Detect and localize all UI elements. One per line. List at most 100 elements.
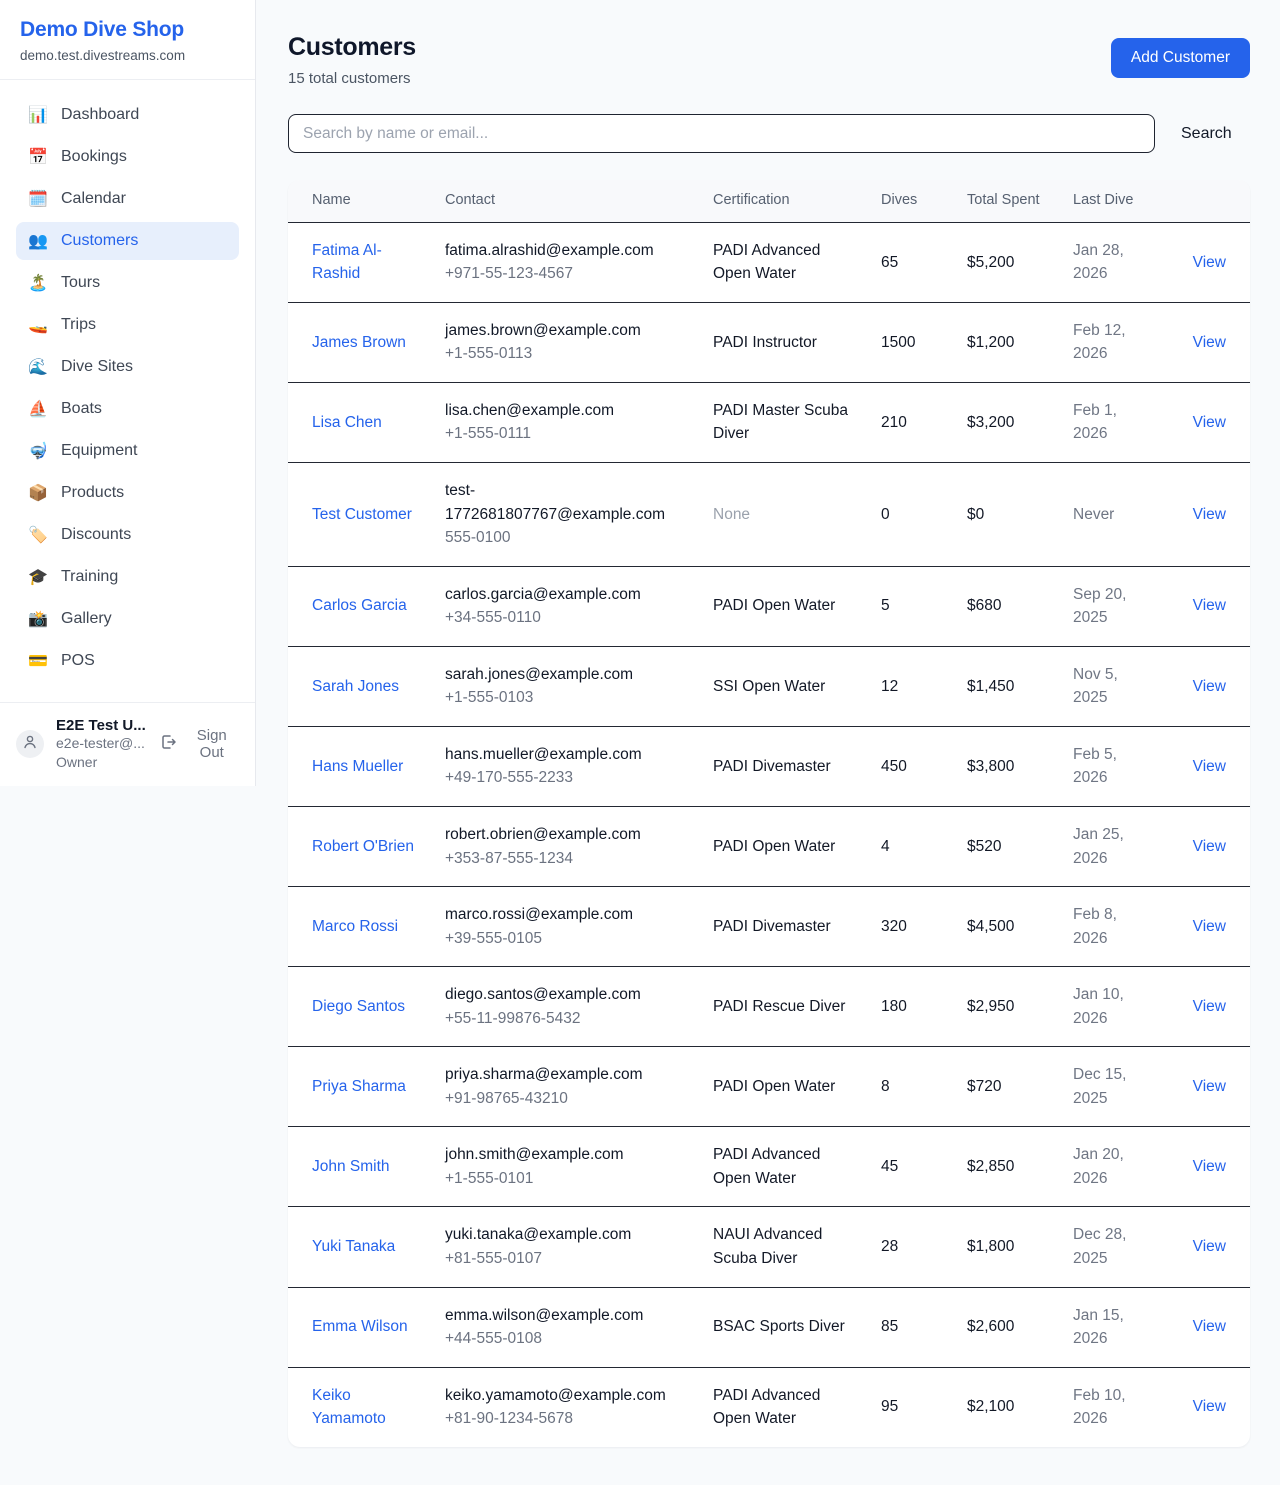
sidebar-item-icon: ⛵ [28,399,48,419]
customer-last-dive-cell: Jan 25, 2026 [1061,806,1167,886]
sidebar-item[interactable]: 🌊 Dive Sites [16,348,239,386]
sidebar-item[interactable]: 🤿 Equipment [16,432,239,470]
customer-name-link[interactable]: Marco Rossi [312,918,398,935]
view-customer-link[interactable]: View [1193,838,1226,855]
customer-name-link[interactable]: Keiko Yamamoto [312,1387,386,1428]
view-customer-link[interactable]: View [1193,1238,1226,1255]
sidebar-item[interactable]: 🗓️ Calendar [16,180,239,218]
customer-phone: +1-555-0113 [445,342,689,366]
customers-table-card: Name Contact Certification Dives Total S… [288,180,1250,1447]
sign-out-label: Sign Out [185,727,239,761]
view-customer-link[interactable]: View [1193,678,1226,695]
customer-last-dive-cell: Jan 28, 2026 [1061,222,1167,302]
sidebar-item-label: Boats [61,400,102,418]
customer-certification: NAUI Advanced Scuba Diver [713,1226,822,1267]
customer-contact-cell: robert.obrien@example.com +353-87-555-12… [433,806,701,886]
customer-name-link[interactable]: Sarah Jones [312,678,399,695]
customer-name-link[interactable]: Priya Sharma [312,1078,406,1095]
sign-out-button[interactable]: Sign Out [160,727,239,761]
table-row: Yuki Tanaka yuki.tanaka@example.com +81-… [288,1207,1250,1287]
view-customer-link[interactable]: View [1193,414,1226,431]
view-customer-link[interactable]: View [1193,506,1226,523]
sidebar-item[interactable]: 🚤 Trips [16,306,239,344]
customer-dives-cell: 450 [869,726,955,806]
customer-name-link[interactable]: Fatima Al-Rashid [312,242,382,283]
customer-name-cell: Fatima Al-Rashid [288,222,433,302]
customer-total-spent-cell: $2,850 [955,1127,1061,1207]
customer-name-link[interactable]: Hans Mueller [312,758,403,775]
customer-name-link[interactable]: James Brown [312,334,406,351]
customer-phone: +971-55-123-4567 [445,262,689,286]
customer-name-link[interactable]: Robert O'Brien [312,838,414,855]
customer-actions-cell: View [1167,1287,1250,1367]
customer-dives-cell: 320 [869,887,955,967]
customer-dives-cell: 180 [869,967,955,1047]
customer-phone: +49-170-555-2233 [445,766,689,790]
view-customer-link[interactable]: View [1193,1398,1226,1415]
search-button[interactable]: Search [1181,125,1232,143]
sidebar-item[interactable]: 💳 POS [16,642,239,680]
customer-dives-cell: 1500 [869,302,955,382]
customer-actions-cell: View [1167,1127,1250,1207]
sidebar-item-icon: 🚤 [28,315,48,335]
sidebar-item[interactable]: 🏷️ Discounts [16,516,239,554]
customer-name-cell: Priya Sharma [288,1047,433,1127]
customer-name-link[interactable]: Diego Santos [312,998,405,1015]
customer-name-link[interactable]: Emma Wilson [312,1318,408,1335]
customer-actions-cell: View [1167,646,1250,726]
sidebar-item-label: Customers [61,232,138,250]
customer-contact-cell: sarah.jones@example.com +1-555-0103 [433,646,701,726]
customer-phone: +91-98765-43210 [445,1087,689,1111]
column-header-certification: Certification [701,180,869,222]
view-customer-link[interactable]: View [1193,254,1226,271]
customer-total-spent-cell: $4,500 [955,887,1061,967]
view-customer-link[interactable]: View [1193,998,1226,1015]
customer-email: john.smith@example.com [445,1143,689,1167]
view-customer-link[interactable]: View [1193,334,1226,351]
page-title: Customers [288,33,416,62]
customer-name-link[interactable]: John Smith [312,1158,390,1175]
view-customer-link[interactable]: View [1193,1318,1226,1335]
view-customer-link[interactable]: View [1193,918,1226,935]
search-input[interactable] [288,114,1155,153]
sidebar-item[interactable]: 📦 Products [16,474,239,512]
customer-email: fatima.alrashid@example.com [445,239,689,263]
view-customer-link[interactable]: View [1193,758,1226,775]
user-name: E2E Test U... [56,717,148,734]
customer-certification-cell: PADI Master Scuba Diver [701,382,869,462]
page-header: Customers 15 total customers Add Custome… [288,33,1250,87]
sidebar-item-icon: 📸 [28,609,48,629]
sidebar-item[interactable]: 📅 Bookings [16,138,239,176]
sidebar-item-icon: 👥 [28,231,48,251]
customer-total-spent-cell: $1,200 [955,302,1061,382]
customer-actions-cell: View [1167,382,1250,462]
table-row: Lisa Chen lisa.chen@example.com +1-555-0… [288,382,1250,462]
sidebar-item[interactable]: 📸 Gallery [16,600,239,638]
customer-name-link[interactable]: Carlos Garcia [312,597,407,614]
sidebar-item[interactable]: 👥 Customers [16,222,239,260]
customer-certification-cell: NAUI Advanced Scuba Diver [701,1207,869,1287]
customer-dives-cell: 65 [869,222,955,302]
customer-name-link[interactable]: Yuki Tanaka [312,1238,395,1255]
sidebar-item[interactable]: 🎓 Training [16,558,239,596]
shop-domain: demo.test.divestreams.com [20,48,235,63]
sidebar-item[interactable]: 🏝️ Tours [16,264,239,302]
customer-email: james.brown@example.com [445,319,689,343]
customer-total-spent-cell: $2,600 [955,1287,1061,1367]
customer-phone: +81-555-0107 [445,1247,689,1271]
customer-name-link[interactable]: Lisa Chen [312,414,382,431]
customer-last-dive-cell: Dec 28, 2025 [1061,1207,1167,1287]
table-row: Keiko Yamamoto keiko.yamamoto@example.co… [288,1367,1250,1447]
view-customer-link[interactable]: View [1193,1158,1226,1175]
sidebar-item[interactable]: ⛵ Boats [16,390,239,428]
customer-certification: PADI Instructor [713,334,817,351]
view-customer-link[interactable]: View [1193,597,1226,614]
customer-name-link[interactable]: Test Customer [312,506,412,523]
customer-certification-cell: PADI Open Water [701,1047,869,1127]
view-customer-link[interactable]: View [1193,1078,1226,1095]
sidebar-item[interactable]: 📊 Dashboard [16,96,239,134]
customer-last-dive-cell: Jan 20, 2026 [1061,1127,1167,1207]
customer-certification: PADI Master Scuba Diver [713,402,848,443]
add-customer-button[interactable]: Add Customer [1111,38,1250,78]
customer-phone: +34-555-0110 [445,606,689,630]
